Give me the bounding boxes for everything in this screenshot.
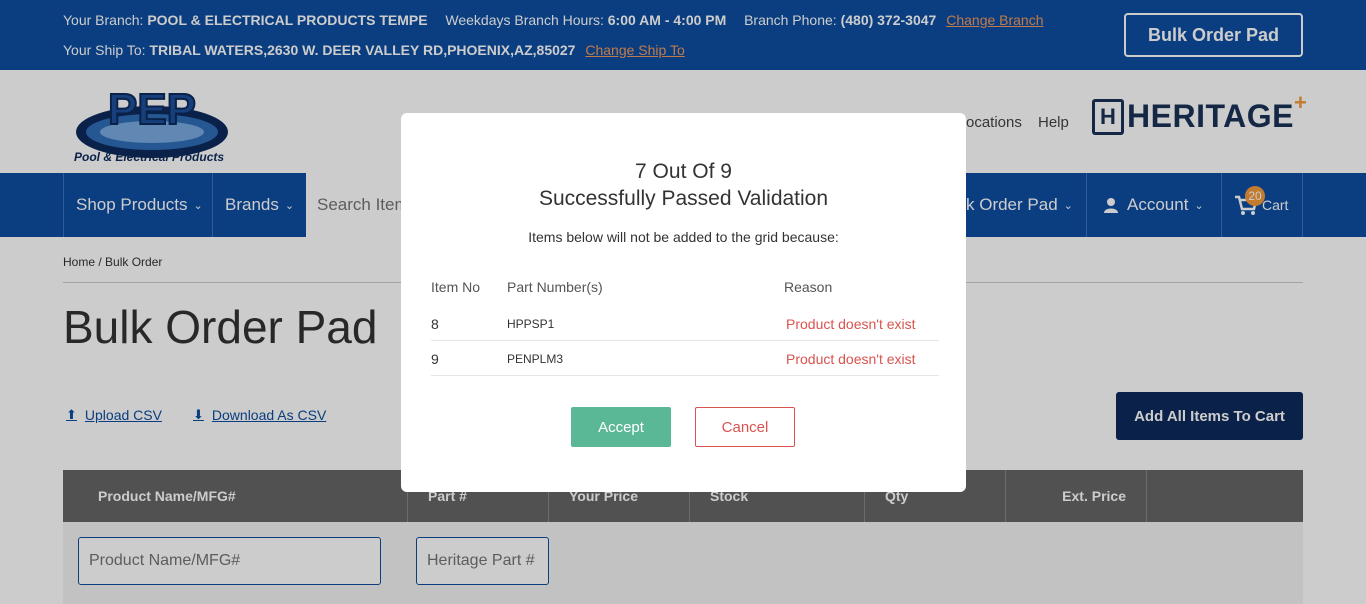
cancel-button[interactable]: Cancel (695, 407, 795, 447)
header-part-numbers: Part Number(s) (507, 279, 603, 295)
table-row: 9 PENPLM3 Product doesn't exist (431, 341, 939, 376)
modal-subtitle: Items below will not be added to the gri… (528, 229, 839, 245)
modal-title: Successfully Passed Validation (538, 187, 829, 210)
row-item-no: 9 (431, 351, 439, 367)
row-reason: Product doesn't exist (786, 351, 916, 367)
row-reason: Product doesn't exist (786, 316, 916, 332)
header-reason: Reason (784, 279, 833, 295)
header-item-no: Item No (431, 279, 481, 295)
validation-modal: 7 Out Of 9 Successfully Passed Validatio… (401, 113, 966, 492)
modal-title-count: 7 Out Of 9 (635, 160, 732, 183)
accept-button[interactable]: Accept (571, 407, 671, 447)
table-row: 8 HPPSP1 Product doesn't exist (431, 306, 939, 341)
row-item-no: 8 (431, 316, 439, 332)
row-part-number: PENPLM3 (507, 352, 564, 366)
row-part-number: HPPSP1 (507, 317, 555, 331)
